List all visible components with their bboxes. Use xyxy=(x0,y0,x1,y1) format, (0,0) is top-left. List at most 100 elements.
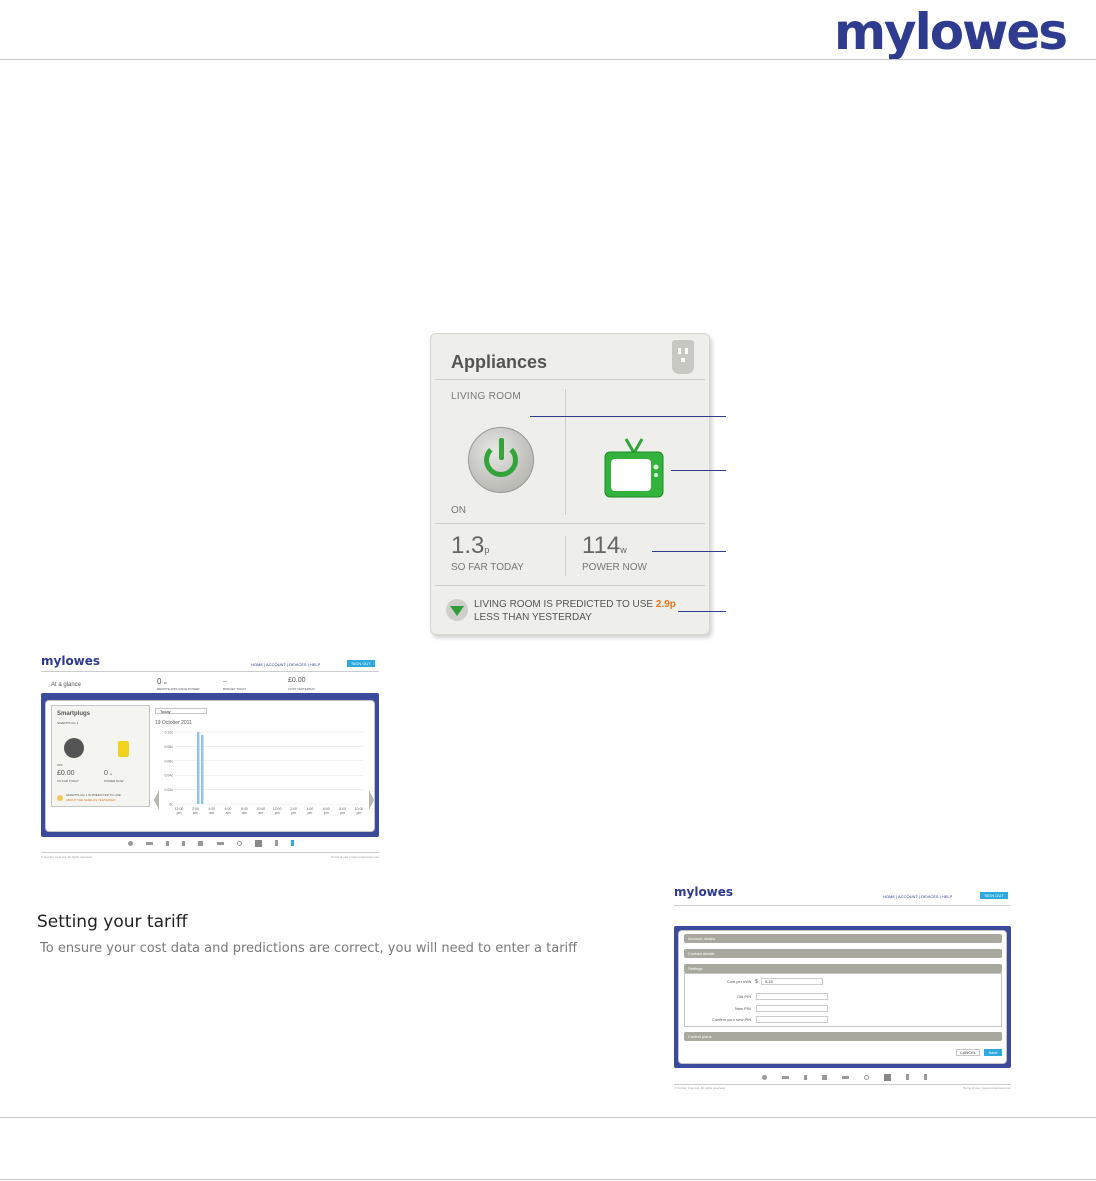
y-tick-label: 0.04c xyxy=(164,774,173,778)
usage-bar xyxy=(197,732,200,804)
device-icon[interactable] xyxy=(883,1073,891,1081)
dashboard-screenshot: mylowes HOME | ACCOUNT | DEVICES | HELP … xyxy=(41,654,379,862)
x-tick-label: pm xyxy=(357,811,362,815)
cost-per-kwh-input[interactable]: 0.15 xyxy=(761,978,823,985)
device-icon[interactable] xyxy=(182,840,186,846)
x-tick-label: pm xyxy=(291,811,296,815)
x-tick-label: pm xyxy=(340,811,345,815)
device-icon[interactable] xyxy=(923,1074,927,1080)
next-arrow-icon[interactable] xyxy=(369,790,374,810)
tv-icon xyxy=(604,438,664,498)
device-icon[interactable] xyxy=(821,1074,827,1080)
x-tick-label: pm xyxy=(307,811,312,815)
appliances-widget: Appliances LIVING ROOM ON 1.3p SO FAR TO… xyxy=(430,333,710,635)
dashboard-logo: mylowes xyxy=(41,654,101,668)
period-select[interactable]: Today xyxy=(155,708,207,714)
x-tick-label: am xyxy=(226,811,231,815)
y-tick-label: 0.08c xyxy=(164,745,173,749)
y-tick-label: 0.06c xyxy=(164,759,173,763)
power-now-label: POWER NOW xyxy=(582,562,647,573)
sign-out-button[interactable]: SIGN OUT xyxy=(980,892,1008,899)
status-label: ON xyxy=(451,505,466,516)
x-tick-label: am xyxy=(193,811,198,815)
divider xyxy=(565,536,566,576)
device-icon[interactable] xyxy=(905,1074,909,1080)
power-toggle-button[interactable] xyxy=(468,427,534,493)
device-icon[interactable] xyxy=(275,840,279,846)
device-icon[interactable] xyxy=(165,840,169,846)
device-icon[interactable] xyxy=(291,840,295,846)
prev-arrow-icon[interactable] xyxy=(154,790,159,810)
divider xyxy=(435,585,705,586)
settings-screenshot: mylowes HOME | ACCOUNT | DEVICES | HELP … xyxy=(674,885,1011,1092)
plug-icon xyxy=(118,741,129,757)
section-heading: Setting your tariff xyxy=(37,912,188,932)
x-tick-label: pm xyxy=(275,811,280,815)
y-tick-label: 0.10c xyxy=(164,731,173,735)
contact-details-section[interactable]: Contact details xyxy=(684,949,1002,958)
device-icon-tray[interactable] xyxy=(121,838,301,848)
settings-logo: mylowes xyxy=(674,885,734,899)
chart-date: 19 October 2011 xyxy=(155,720,192,726)
y-tick-label: 0.02c xyxy=(164,788,173,792)
x-tick-label: am xyxy=(209,811,214,815)
divider xyxy=(435,379,705,380)
section-body: To ensure your cost data and predictions… xyxy=(40,941,578,956)
y-tick-label: 0c xyxy=(169,803,173,807)
device-icon-tray[interactable] xyxy=(754,1072,934,1082)
plug-icon xyxy=(672,340,694,374)
x-tick-label: am xyxy=(242,811,247,815)
device-icon[interactable] xyxy=(254,839,262,847)
callout-line xyxy=(530,416,726,417)
widget-title: Appliances xyxy=(451,352,548,372)
settings-nav[interactable]: HOME | ACCOUNT | DEVICES | HELP xyxy=(883,894,983,899)
callout-line xyxy=(678,611,726,612)
confirm-pin-input[interactable] xyxy=(756,1016,828,1023)
divider xyxy=(435,523,705,524)
cost-today-value: 1.3p xyxy=(451,532,490,559)
smartplug-card: Smartplugs SMARTPLUG 1 OFF £0.00 SO FAR … xyxy=(51,705,150,807)
footer-divider xyxy=(0,1117,1096,1118)
device-icon[interactable] xyxy=(761,1074,767,1080)
device-icon[interactable] xyxy=(127,840,133,846)
x-tick-label: am xyxy=(258,811,263,815)
at-a-glance-label: At a glance xyxy=(51,682,82,688)
mylowes-logo: mylowes xyxy=(833,2,1068,62)
header-divider xyxy=(0,59,1096,60)
logo-my: my xyxy=(833,3,917,61)
room-label: LIVING ROOM xyxy=(451,391,521,402)
control-plans-section[interactable]: Control plans xyxy=(684,1032,1002,1041)
account-details-section[interactable]: Account details xyxy=(684,934,1002,943)
device-icon[interactable] xyxy=(145,841,153,845)
settings-section[interactable]: Settings xyxy=(684,964,1002,973)
device-icon[interactable] xyxy=(863,1074,869,1080)
device-icon[interactable] xyxy=(841,1075,849,1079)
power-icon[interactable] xyxy=(64,738,84,758)
footer-divider xyxy=(0,1179,1096,1180)
dashboard-nav[interactable]: HOME | ACCOUNT | DEVICES | HELP xyxy=(251,662,347,667)
usage-chart: 0.10c0.08c0.06c0.04c0.02c0c12:00pm2:00am… xyxy=(164,731,363,816)
new-pin-input[interactable] xyxy=(756,1005,828,1012)
x-tick-label: pm xyxy=(177,811,182,815)
callout-line xyxy=(652,551,726,552)
divider xyxy=(565,389,566,515)
settings-form: Cost per kWh $ 0.15 Old PIN New PIN Conf… xyxy=(684,973,1002,1027)
down-arrow-icon xyxy=(446,599,468,621)
cancel-button[interactable]: CANCEL xyxy=(956,1049,980,1056)
x-tick-label: pm xyxy=(324,811,329,815)
old-pin-input[interactable] xyxy=(756,993,828,1000)
power-now-value: 114w xyxy=(582,532,627,559)
callout-line xyxy=(671,470,726,471)
prediction-text: LIVING ROOM IS PREDICTED TO USE 2.9p LES… xyxy=(474,599,676,623)
usage-bar xyxy=(201,735,204,804)
device-icon[interactable] xyxy=(803,1074,807,1080)
logo-lowes: lowes xyxy=(914,3,1068,61)
device-icon[interactable] xyxy=(236,840,242,846)
glance-power: 0 w xyxy=(157,677,167,686)
device-icon[interactable] xyxy=(781,1075,789,1079)
sign-out-button[interactable]: SIGN OUT xyxy=(347,660,375,667)
cost-today-label: SO FAR TODAY xyxy=(451,562,524,573)
device-icon[interactable] xyxy=(216,841,224,845)
save-button[interactable]: Save xyxy=(984,1049,1002,1056)
device-icon[interactable] xyxy=(198,840,204,846)
